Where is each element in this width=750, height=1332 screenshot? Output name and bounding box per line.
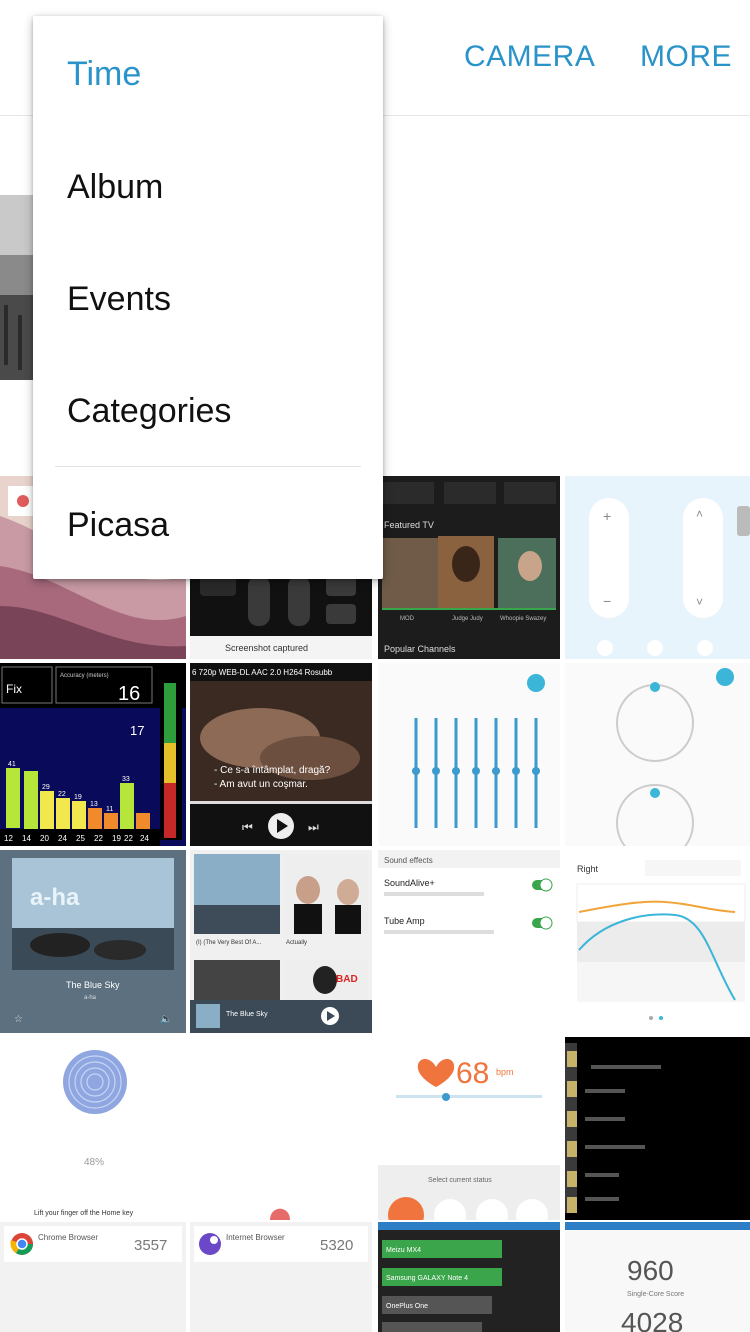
sound-dials-thumbnail[interactable] <box>565 663 750 846</box>
signal-bar-value-5: 13 <box>90 801 98 808</box>
menu-item-categories[interactable]: Categories <box>33 355 383 467</box>
svg-text:˅: ˅ <box>696 595 703 609</box>
fingerprint-thumbnail[interactable]: 48% Lift your finger off the Home key <box>0 1037 186 1220</box>
signal-x-label-6: 22 <box>94 834 103 843</box>
menu-item-events[interactable]: Events <box>33 243 383 355</box>
signal-x-label-9: 24 <box>140 834 149 843</box>
fingerprint-percent: 48% <box>84 1157 104 1168</box>
signal-x-label-3: 20 <box>40 834 49 843</box>
photo-thumbnail-bw[interactable] <box>0 195 36 380</box>
tv-channels-thumbnail[interactable]: Featured TV MOD Judge Judy Whoopie Swaze… <box>378 476 560 659</box>
svg-text:+: + <box>603 508 611 524</box>
menu-item-time[interactable]: Time <box>33 18 383 130</box>
signal-x-label-4: 24 <box>58 834 67 843</box>
menu-item-album[interactable]: Album <box>33 131 383 243</box>
music-player-thumbnail[interactable]: a-ha The Blue Sky a-ha ☆ 🔈 <box>0 850 186 1033</box>
benchmark-list-thumbnail[interactable] <box>565 1037 750 1220</box>
sound-effect-item-2: Tube Amp <box>384 916 425 926</box>
svg-text:˄: ˄ <box>696 507 703 521</box>
fingerprint-instruction: Lift your finger off the Home key <box>34 1210 134 1217</box>
music-library-album-1: (I) (The Very Best Of A... <box>196 940 262 946</box>
blank-thumbnail[interactable] <box>190 1037 372 1220</box>
camera-button[interactable]: CAMERA <box>464 40 595 74</box>
signal-accuracy-value: 16 <box>118 683 140 705</box>
signal-bar-value-4: 19 <box>74 794 82 801</box>
signal-bar-value-3: 22 <box>58 791 66 798</box>
signal-fix-label: Fix <box>6 682 22 696</box>
video-player-thumbnail[interactable]: 6 720p WEB-DL AAC 2.0 H264 Rosubb - Ce s… <box>190 663 372 846</box>
music-player-artist: a-ha <box>84 995 97 1001</box>
tv-channel-name-1: MOD <box>400 616 415 622</box>
heart-rate-unit: bpm <box>496 1067 514 1077</box>
signal-bar-value-1: 41 <box>8 761 16 768</box>
tv-channel-name-3: Whoopie Swazey <box>500 616 546 622</box>
internet-benchmark-score: 5320 <box>320 1237 353 1254</box>
music-player-title: The Blue Sky <box>66 980 120 990</box>
signal-x-label-1: 12 <box>4 834 13 843</box>
tv-channel-name-2: Judge Judy <box>452 616 483 622</box>
music-library-album-2: Actually <box>286 940 307 946</box>
heart-rate-status-label: Select current status <box>428 1177 492 1184</box>
signal-x-label-8: 22 <box>124 834 133 843</box>
svg-text:BAD: BAD <box>336 974 358 985</box>
svg-text:🔈: 🔈 <box>160 1014 172 1025</box>
tv-remote-ui-thumbnail[interactable]: + − ˄ ˅ <box>565 476 750 659</box>
sound-effect-item-1: SoundAlive+ <box>384 878 435 888</box>
internet-benchmark-name: Internet Browser <box>226 1233 285 1242</box>
single-core-score: 960 <box>627 1255 674 1286</box>
svg-text:a-ha: a-ha <box>30 884 80 911</box>
multi-core-score: 4028 <box>621 1307 683 1332</box>
music-library-thumbnail[interactable]: (I) (The Very Best Of A... Actually BAD … <box>190 850 372 1033</box>
video-filename: 6 720p WEB-DL AAC 2.0 H264 Rosubb <box>192 668 333 677</box>
music-library-now-playing: The Blue Sky <box>226 1011 268 1018</box>
signal-bar-value-2: 29 <box>42 784 50 791</box>
device-list-item-2: Samsung GALAXY Note 4 <box>386 1275 468 1282</box>
signal-bar-value-7: 33 <box>122 776 130 783</box>
chrome-benchmark-name: Chrome Browser <box>38 1233 98 1242</box>
heart-rate-value: 68 <box>456 1057 489 1090</box>
menu-item-picasa[interactable]: Picasa <box>33 469 383 581</box>
signal-bar-value-6: 11 <box>106 806 113 813</box>
more-button[interactable]: MORE <box>640 40 732 74</box>
svg-text:⏭: ⏭ <box>308 820 319 834</box>
tv-popular-footer: Popular Channels <box>384 644 456 654</box>
right-ear-chart-thumbnail[interactable]: Right <box>565 850 750 1033</box>
heart-rate-thumbnail[interactable]: 68 bpm Select current status <box>378 1037 560 1220</box>
menu-divider <box>55 466 361 467</box>
tv-featured-header: Featured TV <box>384 520 434 530</box>
device-list-thumbnail[interactable]: Meizu MX4 Samsung GALAXY Note 4 OnePlus … <box>378 1222 560 1332</box>
svg-text:☆: ☆ <box>14 1014 23 1025</box>
chrome-benchmark-score: 3557 <box>134 1237 167 1254</box>
chrome-benchmark-thumbnail[interactable]: Chrome Browser 3557 <box>0 1222 186 1332</box>
device-list-item-3: OnePlus One <box>386 1303 428 1310</box>
signal-x-label-2: 14 <box>22 834 31 843</box>
signal-x-label-5: 25 <box>76 834 85 843</box>
svg-text:⏮: ⏮ <box>242 820 253 834</box>
sound-effects-header: Sound effects <box>384 856 433 865</box>
remote-screenshot-caption: Screenshot captured <box>225 643 308 653</box>
right-ear-title: Right <box>577 864 599 874</box>
internet-benchmark-thumbnail[interactable]: Internet Browser 5320 <box>190 1222 372 1332</box>
video-subtitle-2: - Am avut un coşmar. <box>214 779 308 790</box>
video-subtitle-1: - Ce s-a întâmplat, dragă? <box>214 765 331 776</box>
signal-value-2: 17 <box>130 723 144 738</box>
equalizer-thumbnail[interactable] <box>378 663 560 846</box>
sound-effects-thumbnail[interactable]: Sound effects SoundAlive+ Tube Amp <box>378 850 560 1033</box>
single-core-label: Single-Core Score <box>627 1291 684 1298</box>
signal-accuracy-label: Accuracy (meters) <box>60 673 109 679</box>
signal-x-label-7: 19 <box>112 834 121 843</box>
single-core-thumbnail[interactable]: 960 Single-Core Score 4028 <box>565 1222 750 1332</box>
device-list-item-1: Meizu MX4 <box>386 1247 421 1254</box>
view-mode-dropdown: Time Album Events Categories Picasa <box>33 16 383 579</box>
signal-chart-thumbnail[interactable]: Fix Accuracy (meters) 16 17 41 29 22 19 … <box>0 663 186 846</box>
svg-text:−: − <box>603 593 611 609</box>
